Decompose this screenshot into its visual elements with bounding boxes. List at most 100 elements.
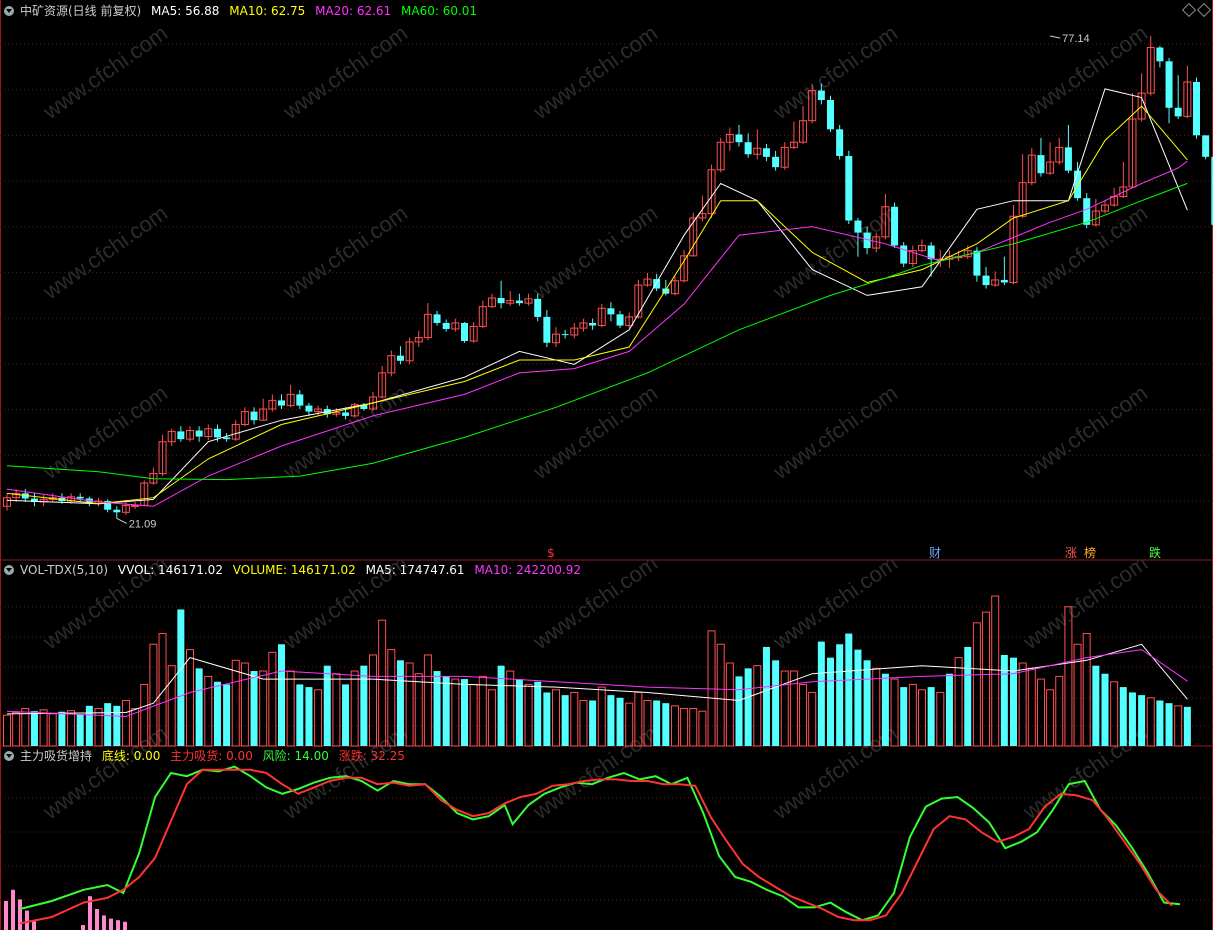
volume-bar-down: [1092, 665, 1100, 746]
main-absorb-legend: 主力吸货: 0.00: [170, 749, 253, 763]
ma20-legend: MA20: 62.61: [315, 4, 392, 18]
candle-body-down: [76, 496, 84, 499]
price-header: 中矿资源(日线 前复权) MA5: 56.88 MA10: 62.75 MA20…: [4, 2, 483, 20]
candle-body-down: [1202, 135, 1210, 157]
volume-bar-down: [534, 681, 542, 746]
candle-body-down: [296, 394, 304, 406]
collapse-circle-icon[interactable]: [4, 751, 14, 761]
volume-bar-down: [854, 649, 862, 746]
candle-body-down: [223, 437, 231, 440]
indicator-header: 主力吸货增持 底线: 0.00 主力吸货: 0.00 风险: 14.00 涨跌:…: [4, 747, 411, 765]
candle-body-down: [616, 314, 624, 326]
volume-bar-down: [589, 700, 597, 746]
candle-body-down: [497, 297, 505, 304]
candle-body-down: [827, 100, 834, 130]
collapse-circle-icon[interactable]: [4, 6, 14, 16]
pink-bar: [123, 921, 127, 930]
candle-body-down: [278, 400, 285, 406]
pink-bar: [95, 909, 99, 930]
vol-ma10-legend: MA10: 242200.92: [474, 563, 581, 577]
candle-body-down: [515, 300, 523, 304]
event-mark: $: [547, 546, 555, 560]
volume-bar-down: [213, 681, 221, 746]
volume-bar-down: [76, 714, 84, 746]
vol-ma5-legend: MA5: 174747.61: [365, 563, 465, 577]
volume-bar-down: [1165, 703, 1173, 746]
pink-bar: [81, 925, 85, 930]
candle-body-down: [433, 314, 441, 323]
volume-bar-down: [762, 646, 770, 746]
candle-body-down: [213, 428, 221, 438]
volume-bar-down: [30, 711, 38, 746]
candle-body-down: [982, 275, 990, 286]
candle-body-down: [854, 220, 862, 233]
volume-bar-down: [497, 665, 505, 746]
volume-bar-down: [104, 703, 112, 746]
candle-body-down: [305, 405, 313, 412]
candle-body-down: [1165, 61, 1173, 108]
volume-bar-down: [1101, 673, 1109, 746]
candle-body-down: [1037, 155, 1045, 174]
ma5-legend: MA5: 56.88: [151, 4, 220, 18]
event-mark: 跌: [1149, 545, 1161, 560]
candle-body-down: [607, 308, 615, 315]
volume-bar-down: [881, 673, 889, 746]
pink-bar: [4, 901, 8, 930]
candle-body-down: [195, 430, 203, 437]
volume-bar-down: [744, 668, 752, 746]
volume-bar-down: [250, 671, 258, 746]
volume-bar-down: [543, 692, 551, 746]
volume-bar-down: [616, 697, 624, 746]
candle-body-down: [836, 129, 844, 156]
change-legend: 涨跌: 32.25: [338, 749, 405, 763]
volume-bar-down: [863, 660, 871, 746]
pink-bar: [116, 920, 120, 930]
volume-bar-down: [85, 705, 93, 746]
risk-legend: 风险: 14.00: [262, 749, 329, 763]
volume-header: VOL-TDX(5,10) VVOL: 146171.02 VOLUME: 14…: [4, 561, 587, 579]
candle-body-down: [973, 250, 981, 276]
pink-bar: [25, 910, 29, 930]
volume-bar-down: [461, 679, 468, 746]
candle-body-down: [1064, 147, 1072, 171]
volume-bar-down: [360, 665, 368, 746]
volume-bar-down: [607, 695, 615, 746]
volume-bar-down: [296, 684, 304, 746]
vvol-legend: VVOL: 146171.02: [117, 563, 223, 577]
candle-body-down: [735, 134, 743, 143]
indicator-title: 主力吸货增持: [20, 749, 93, 763]
volume-bar-down: [561, 695, 569, 746]
bottom-line-legend: 底线: 0.00: [101, 749, 161, 763]
pink-bar: [109, 918, 113, 930]
extreme-label: 21.09: [129, 518, 157, 530]
volume-bar-down: [900, 687, 908, 746]
price-title: 中矿资源(日线 前复权): [20, 4, 142, 18]
volume-bar-down: [223, 684, 231, 746]
candle-body-down: [442, 322, 450, 329]
volume-bar-down: [653, 700, 661, 746]
candle-body-down: [1156, 47, 1164, 62]
ma10-legend: MA10: 62.75: [229, 4, 306, 18]
volume-bar-down: [827, 657, 834, 746]
volume-bar-down: [927, 687, 935, 746]
candle-body-down: [561, 334, 569, 336]
candle-body-down: [113, 509, 121, 513]
stock-chart: www.cfchi.com www.cfchi.com www.cfchi.com w…: [0, 0, 1213, 930]
volume-bar-down: [1183, 706, 1191, 746]
candle-body-down: [543, 316, 551, 343]
event-mark: 榜: [1084, 545, 1096, 560]
candle-body-down: [1174, 107, 1182, 117]
event-mark: 财: [929, 546, 941, 560]
volume-bar-down: [323, 665, 331, 746]
candle-body-down: [744, 142, 752, 155]
collapse-circle-icon[interactable]: [4, 565, 14, 575]
volume-bar-down: [1000, 654, 1008, 746]
volume-bar-down: [836, 644, 844, 746]
candle-body-down: [891, 206, 899, 246]
candle-body-down: [461, 322, 468, 342]
volume-bar-down: [305, 687, 313, 746]
candle-body-down: [250, 411, 258, 421]
event-mark: 涨: [1065, 545, 1077, 560]
pink-bar: [11, 889, 15, 930]
pink-bar: [102, 915, 106, 930]
